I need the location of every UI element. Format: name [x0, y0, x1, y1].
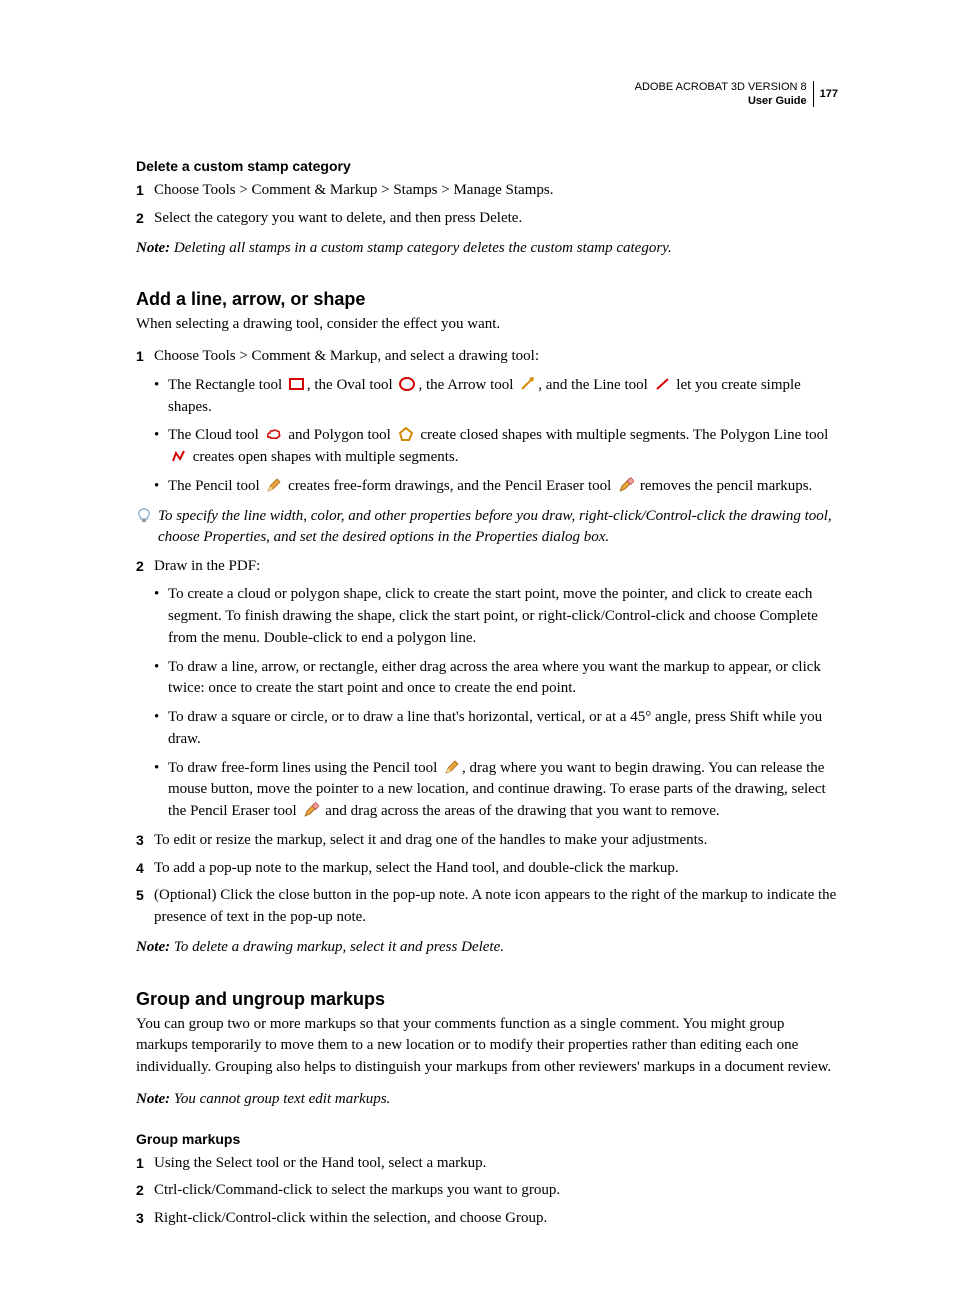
note: Note: You cannot group text edit markups…: [136, 1089, 838, 1111]
paragraph: When selecting a drawing tool, consider …: [136, 314, 838, 336]
list-item: 3To edit or resize the markup, select it…: [136, 830, 838, 852]
list-item: •To draw a line, arrow, or rectangle, ei…: [136, 657, 838, 701]
heading-group-ungroup-markups: Group and ungroup markups: [136, 989, 838, 1010]
page-number: 177: [820, 87, 838, 101]
list-item: 2Select the category you want to delete,…: [136, 208, 838, 230]
cloud-tool-icon: [265, 426, 283, 442]
pencil-eraser-tool-icon: [302, 802, 319, 818]
heading-group-markups: Group markups: [136, 1131, 838, 1147]
list-item: 2Draw in the PDF:: [136, 556, 838, 578]
header-product: ADOBE ACROBAT 3D VERSION 8: [635, 80, 807, 94]
tip: To specify the line width, color, and ot…: [136, 506, 838, 548]
list-item: •To create a cloud or polygon shape, cli…: [136, 584, 838, 649]
rectangle-tool-icon: [288, 376, 305, 392]
lightbulb-icon: [136, 506, 158, 548]
list-item: 5(Optional) Click the close button in th…: [136, 885, 838, 929]
list-item: 1Using the Select tool or the Hand tool,…: [136, 1153, 838, 1175]
list-item: 3Right-click/Control-click within the se…: [136, 1208, 838, 1230]
list-item: 1Choose Tools > Comment & Markup > Stamp…: [136, 180, 838, 202]
list-item: •To draw a square or circle, or to draw …: [136, 707, 838, 751]
list-item: • The Pencil tool creates free-form draw…: [136, 476, 838, 498]
pencil-tool-icon: [265, 477, 282, 493]
note: Note: Deleting all stamps in a custom st…: [136, 238, 838, 260]
page-header: ADOBE ACROBAT 3D VERSION 8 User Guide 17…: [635, 80, 838, 109]
heading-add-line-arrow-shape: Add a line, arrow, or shape: [136, 289, 838, 310]
list-item: • The Rectangle tool , the Oval tool , t…: [136, 375, 838, 419]
oval-tool-icon: [398, 376, 416, 392]
list-item: • To draw free-form lines using the Penc…: [136, 758, 838, 823]
heading-delete-stamp-category: Delete a custom stamp category: [136, 158, 838, 174]
list-item: 1Choose Tools > Comment & Markup, and se…: [136, 346, 838, 368]
note: Note: To delete a drawing markup, select…: [136, 937, 838, 959]
pencil-tool-icon: [443, 759, 460, 775]
list-item: 4To add a pop-up note to the markup, sel…: [136, 858, 838, 880]
polygon-tool-icon: [397, 426, 415, 442]
pencil-eraser-tool-icon: [617, 477, 634, 493]
header-guide: User Guide: [635, 94, 807, 108]
arrow-tool-icon: [519, 376, 536, 392]
list-item: • The Cloud tool and Polygon tool create…: [136, 425, 838, 469]
polygon-line-tool-icon: [170, 448, 187, 464]
line-tool-icon: [654, 376, 671, 392]
list-item: 2Ctrl-click/Command-click to select the …: [136, 1180, 838, 1202]
paragraph: You can group two or more markups so tha…: [136, 1014, 838, 1079]
